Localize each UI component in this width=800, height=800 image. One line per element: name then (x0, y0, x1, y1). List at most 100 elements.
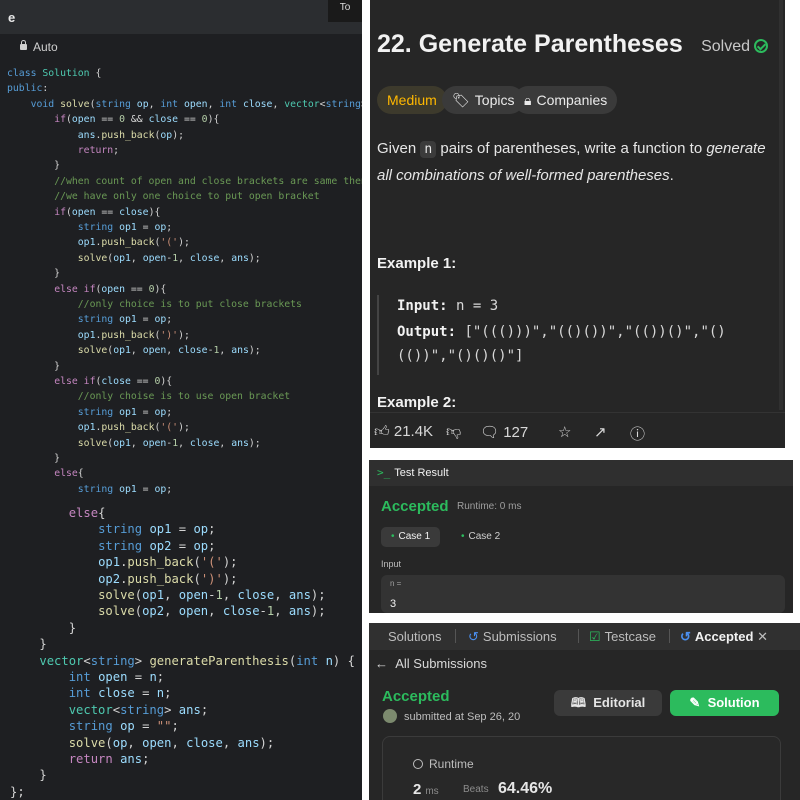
code-line: //when count of open and close brackets … (7, 174, 362, 189)
code-token: ( (105, 735, 113, 750)
editor-mode-label: Auto (33, 40, 58, 54)
code-line: } (7, 451, 60, 466)
history-icon: ↺ (680, 629, 691, 644)
code-token: ); (222, 555, 238, 570)
dislike-button[interactable]: 👎︎ (446, 423, 461, 441)
favorite-button[interactable]: ☆ (558, 423, 571, 441)
code-token: , (178, 252, 190, 264)
close-icon[interactable]: ✕ (757, 629, 768, 644)
case-2-tab[interactable]: • Case 2 (451, 527, 510, 547)
code-token: ; (166, 314, 173, 326)
editor-mode[interactable]: Auto (20, 40, 58, 54)
tab-testcase[interactable]: ☑ Testcase (589, 629, 656, 645)
code-token: close (242, 98, 273, 110)
topics-button[interactable]: 🏷︎ Topics (442, 86, 525, 114)
back-to-submissions[interactable]: ← All Submissions (375, 656, 487, 671)
scrollbar[interactable] (779, 0, 783, 410)
thumbs-up-icon: 👍︎ (374, 423, 390, 440)
problem-title[interactable]: 22. Generate Parentheses (377, 30, 683, 59)
code-token: ( (134, 588, 143, 602)
code-token: ){ (154, 283, 167, 295)
code-line: else if(open == 0){ (7, 282, 166, 297)
code-token: push_back (101, 422, 155, 434)
code-line: public: (7, 81, 48, 96)
code-token: ); (310, 604, 326, 619)
code-token: ans (231, 252, 249, 264)
checkbox-icon: ☑ (589, 629, 601, 644)
tab-accepted[interactable]: ↺ Accepted ✕ (680, 629, 768, 645)
code-token: ( (134, 604, 143, 619)
code-token: > & (361, 99, 362, 110)
test-result-header[interactable]: >_ Test Result (369, 460, 793, 486)
code-token: solve (77, 252, 108, 264)
code-editor-bottom[interactable]: else{ string op1 = op; string op2 = op; … (0, 497, 362, 800)
code-token: ); (178, 422, 190, 434)
code-token: solve (77, 437, 108, 449)
code-token: == (95, 206, 120, 218)
code-token: //only choise is to use open bracket (77, 391, 291, 403)
tab-solutions[interactable]: Solutions (388, 629, 441, 644)
code-line: else{ (7, 466, 84, 481)
code-token: op (160, 129, 173, 141)
beats-label: Beats (463, 784, 489, 795)
solution-button[interactable]: ✎ Solution (670, 690, 779, 716)
code-token: , (207, 98, 220, 110)
runtime-label-text: Runtime (429, 757, 474, 771)
code-line: string op1 = op; (7, 312, 172, 327)
case-1-tab[interactable]: • Case 1 (381, 527, 441, 547)
code-token: ')' (200, 571, 223, 586)
code-token: op1 (142, 588, 165, 602)
tab-submissions-label: Submissions (482, 629, 557, 644)
book-icon: 🕮︎ (570, 695, 587, 710)
history-icon: ↺ (468, 629, 479, 644)
code-token: void (30, 98, 61, 110)
test-result-title: Test Result (394, 467, 449, 479)
code-token: op1 (77, 237, 96, 249)
code-token: = (171, 538, 194, 553)
code-line: solve(op1, open, close-1, ans); (7, 343, 261, 358)
code-token: //when count of open and close brackets … (54, 175, 362, 187)
case-1-label: Case 1 (398, 531, 431, 542)
code-token: ; (166, 406, 173, 418)
code-token: op (154, 406, 167, 418)
code-token: ); (248, 437, 261, 449)
avatar[interactable] (383, 709, 397, 723)
tab-submissions[interactable]: ↺ Submissions (468, 629, 557, 645)
comments-button[interactable]: 🗨︎ 127 (480, 423, 528, 441)
code-token: string (98, 538, 150, 553)
code-token: - (259, 604, 267, 619)
code-line: //we have only one choice to put open br… (7, 189, 319, 204)
tab-stub[interactable]: To (328, 0, 362, 22)
like-button[interactable]: 👍︎ 21.4K (374, 423, 433, 441)
editorial-button[interactable]: 🕮︎ Editorial (554, 690, 662, 716)
code-token: , (130, 345, 143, 357)
code-token: open (178, 588, 209, 602)
help-button[interactable]: ⓘ (630, 423, 645, 444)
code-token: { (77, 468, 84, 480)
code-editor-top[interactable]: e To Auto class Solution {public: void s… (0, 0, 362, 497)
code-token: op2 (98, 571, 121, 586)
code-token: op1 (113, 252, 131, 264)
code-token: 1 (215, 588, 223, 602)
companies-button[interactable]: 🔒︎ Companies (514, 86, 618, 114)
code-line: } (10, 636, 46, 652)
code-token: op (112, 735, 128, 750)
dot-icon: • (461, 531, 465, 542)
share-button[interactable]: ↗ (594, 423, 607, 441)
code-token: ; (200, 702, 209, 717)
code-token: ; (166, 483, 173, 495)
code-token: push_back (101, 129, 155, 141)
